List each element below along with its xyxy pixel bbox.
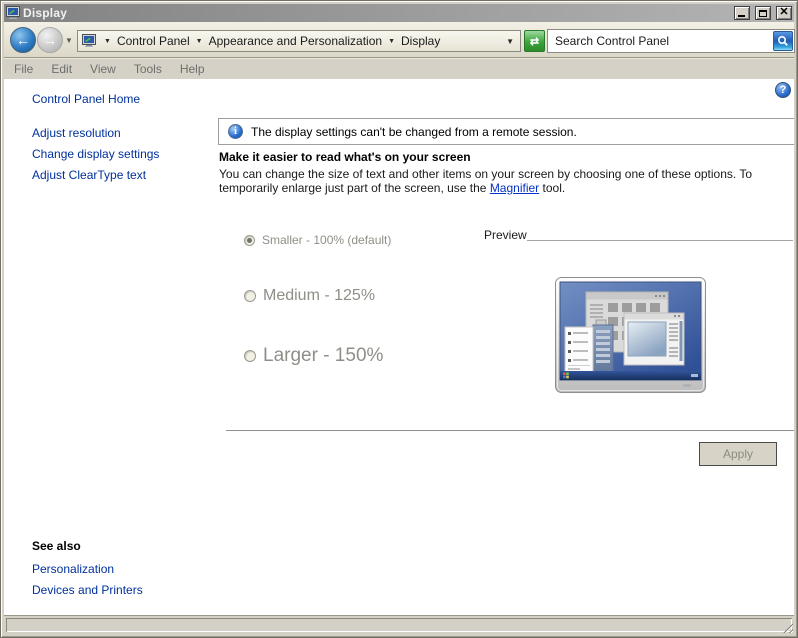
refresh-icon: ⇄ [529, 35, 540, 48]
status-field [6, 618, 792, 632]
menu-bar: File Edit View Tools Help [4, 58, 794, 79]
refresh-button[interactable]: ⇄ [524, 30, 545, 52]
breadcrumb-dropdown-chevron-icon[interactable]: ▼ [506, 37, 516, 46]
menu-help[interactable]: Help [171, 62, 214, 76]
info-banner-text: The display settings can't be changed fr… [251, 124, 577, 139]
sidebar-item-adjust-cleartype[interactable]: Adjust ClearType text [32, 168, 146, 182]
sidebar-item-adjust-resolution[interactable]: Adjust resolution [32, 126, 121, 140]
radio-larger-label: Larger - 150% [263, 345, 384, 366]
chevron-down-icon[interactable]: ▼ [104, 38, 111, 45]
display-window: Display ✕ ← → ▼ ▼ Control Panel ▼ Appear… [0, 0, 798, 638]
close-button[interactable]: ✕ [776, 6, 792, 20]
address-breadcrumb-bar[interactable]: ▼ Control Panel ▼ Appearance and Persona… [77, 30, 521, 52]
magnifier-link[interactable]: Magnifier [490, 181, 539, 195]
see-also-heading: See also [32, 539, 81, 553]
chevron-down-icon[interactable]: ▼ [388, 38, 395, 45]
search-button[interactable] [773, 31, 793, 51]
window-title: Display [23, 6, 68, 20]
page-title: Make it easier to read what's on your sc… [219, 150, 471, 164]
menu-edit[interactable]: Edit [42, 62, 81, 76]
breadcrumb-monitor-icon [82, 34, 96, 47]
preview-group-label: Preview [484, 228, 527, 242]
radio-medium-label: Medium - 125% [263, 287, 376, 304]
page-description: You can change the size of text and othe… [219, 167, 794, 195]
minimize-button[interactable] [734, 6, 750, 20]
section-divider [226, 430, 794, 431]
maximize-icon [759, 9, 767, 17]
title-bar: Display ✕ [4, 4, 794, 22]
sidebar-item-control-panel-home[interactable]: Control Panel Home [32, 92, 140, 106]
help-icon[interactable]: ? [775, 82, 791, 98]
menu-tools[interactable]: Tools [125, 62, 171, 76]
search-input[interactable] [548, 30, 773, 52]
remote-session-info-banner: i The display settings can't be changed … [218, 118, 794, 145]
option-row-smaller: Smaller - 100% (default) [244, 233, 391, 247]
minimize-icon [738, 15, 745, 17]
radio-smaller[interactable] [244, 234, 255, 246]
radio-medium[interactable] [244, 290, 256, 302]
menu-file[interactable]: File [4, 62, 42, 76]
content-area: ? Control Panel Home Adjust resolution C… [4, 79, 794, 615]
info-icon: i [228, 124, 243, 139]
radio-smaller-label: Smaller - 100% (default) [262, 233, 392, 247]
help-glyph: ? [779, 84, 787, 96]
info-glyph: i [234, 126, 237, 137]
scaling-preview-image [555, 277, 706, 393]
back-button[interactable]: ← [10, 27, 36, 53]
forward-button[interactable]: → [37, 27, 63, 53]
apply-button[interactable]: Apply [699, 442, 777, 466]
radio-larger[interactable] [244, 350, 256, 362]
chevron-down-icon[interactable]: ▼ [196, 38, 203, 45]
description-text-after: tool. [539, 181, 566, 195]
window-monitor-icon [6, 6, 20, 19]
search-box [547, 29, 795, 53]
close-icon: ✕ [779, 6, 789, 18]
maximize-button[interactable] [755, 6, 771, 20]
sidebar-item-personalization[interactable]: Personalization [32, 562, 114, 576]
option-row-larger: Larger - 150% [244, 345, 383, 367]
sidebar-item-change-display-settings[interactable]: Change display settings [32, 147, 159, 161]
breadcrumb-item-display[interactable]: Display [401, 34, 440, 48]
menu-view[interactable]: View [81, 62, 125, 76]
back-arrow-icon: ← [16, 32, 30, 48]
navigation-bar: ← → ▼ ▼ Control Panel ▼ Appearance and P… [4, 22, 795, 58]
search-icon [777, 35, 788, 46]
option-row-medium: Medium - 125% [244, 287, 375, 305]
breadcrumb-item-appearance[interactable]: Appearance and Personalization [209, 34, 382, 48]
forward-arrow-icon: → [43, 32, 57, 48]
breadcrumb-item-control-panel[interactable]: Control Panel [117, 34, 190, 48]
status-bar [4, 615, 794, 634]
recent-pages-chevron-icon[interactable]: ▼ [65, 36, 73, 45]
sidebar-item-devices-and-printers[interactable]: Devices and Printers [32, 583, 143, 597]
preview-group-line [527, 240, 793, 241]
description-text: You can change the size of text and othe… [219, 167, 753, 195]
